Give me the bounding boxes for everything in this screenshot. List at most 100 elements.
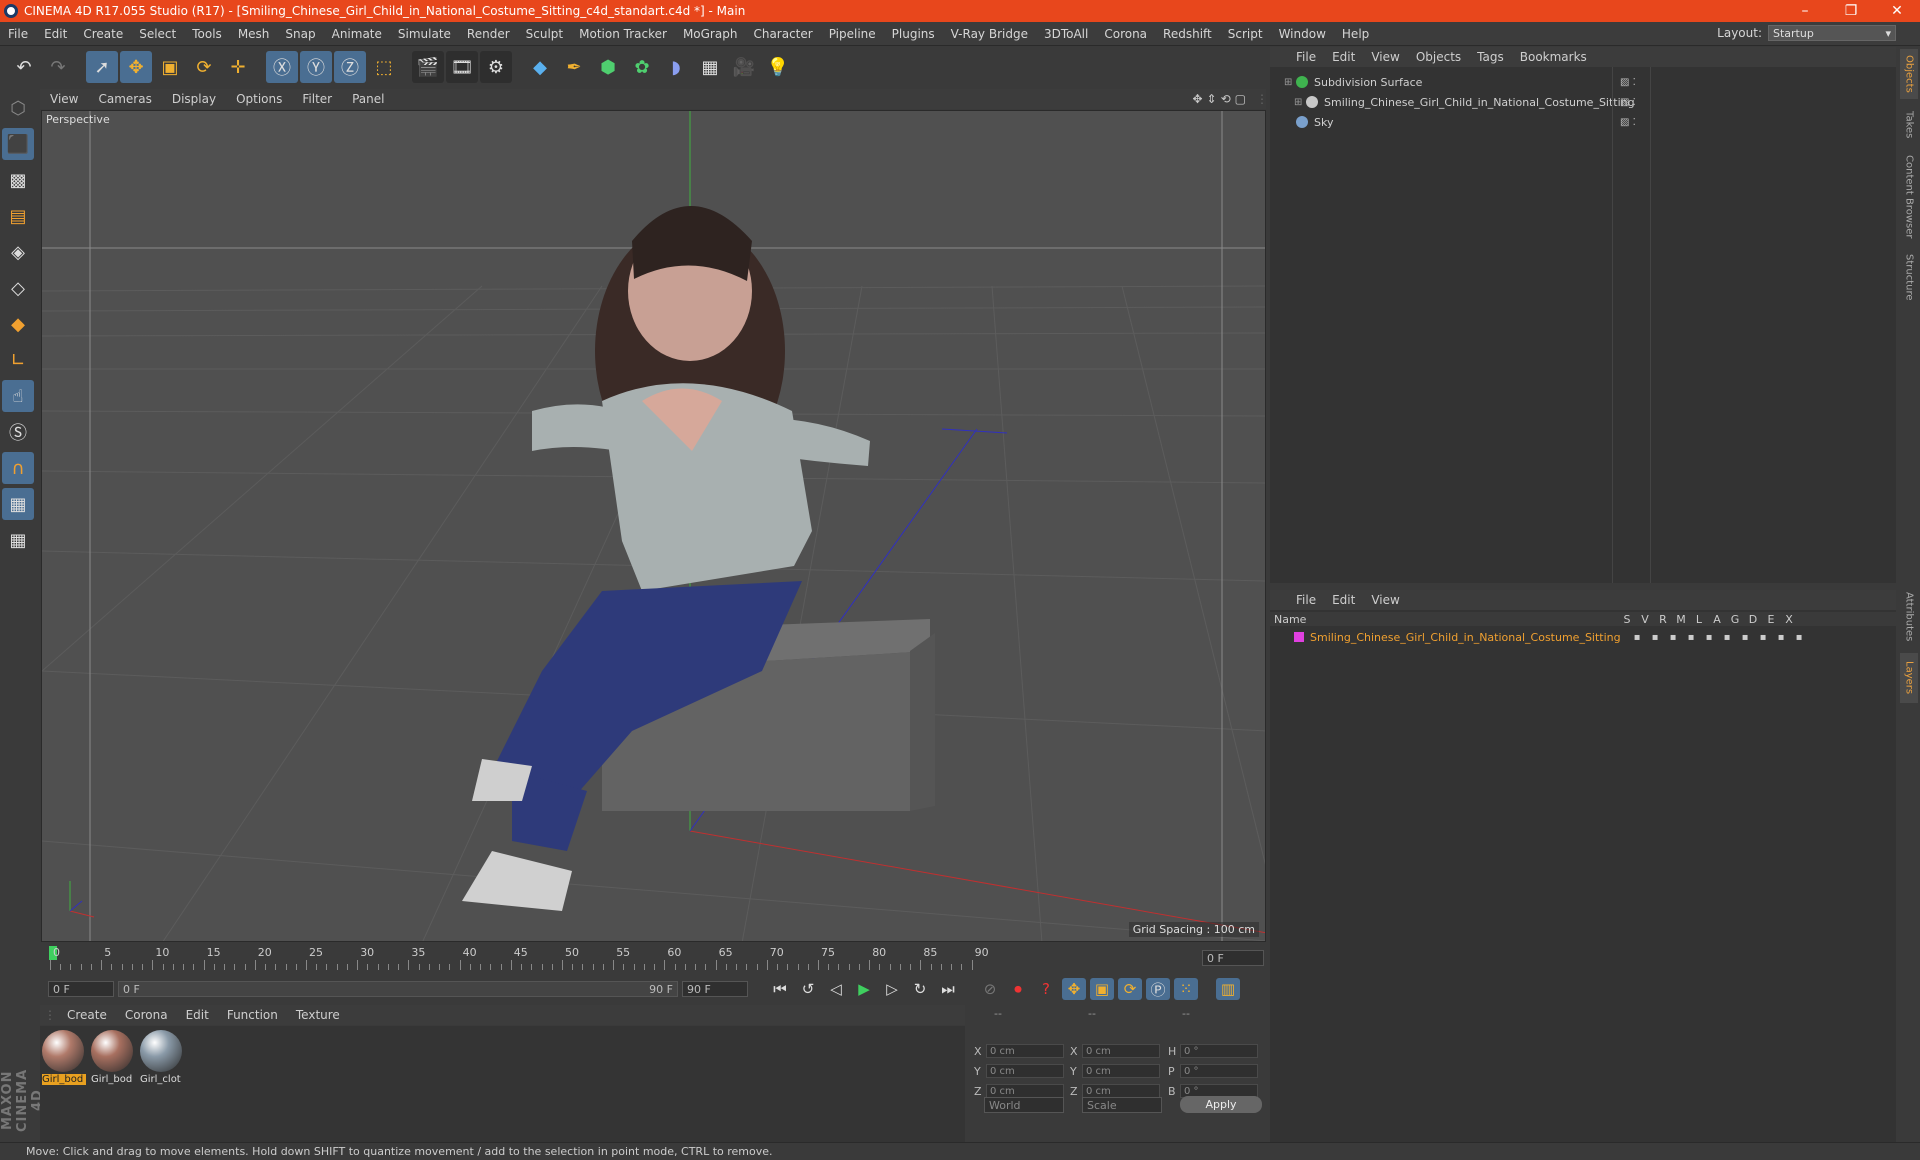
minimize-button[interactable]: – xyxy=(1782,3,1828,19)
layer-column-header[interactable]: S xyxy=(1618,613,1636,626)
redo-icon[interactable]: ↷ xyxy=(42,51,74,83)
pan-icon[interactable]: ✥ xyxy=(1192,92,1202,106)
undo-icon[interactable]: ↶ xyxy=(8,51,40,83)
viewport-menu-options[interactable]: Options xyxy=(226,92,292,106)
visibility-dots-icon[interactable]: ▨ ⁚ xyxy=(1620,97,1646,108)
menu-mesh[interactable]: Mesh xyxy=(230,27,278,41)
layer-toggle-icon[interactable]: ▪ xyxy=(1754,632,1772,643)
menu-plugins[interactable]: Plugins xyxy=(884,27,943,41)
layer-toggle-icon[interactable]: ▪ xyxy=(1646,632,1664,643)
previous-key-icon[interactable]: ↺ xyxy=(796,978,820,1000)
right-tab-content-browser[interactable]: Content Browser xyxy=(1900,151,1918,243)
viewport-menu-view[interactable]: View xyxy=(40,92,88,106)
go-to-end-icon[interactable]: ⏭ xyxy=(936,978,960,1000)
layer-column-header[interactable]: V xyxy=(1636,613,1654,626)
menu-render[interactable]: Render xyxy=(459,27,518,41)
object-row[interactable]: Sky ▨ ⁚ xyxy=(1270,113,1896,131)
layer-toggle-icon[interactable]: ▪ xyxy=(1736,632,1754,643)
menu-window[interactable]: Window xyxy=(1271,27,1334,41)
layout-dropdown[interactable]: Startup ▾ xyxy=(1768,25,1896,41)
key-pla-icon[interactable]: ⁙ xyxy=(1174,978,1198,1000)
coordinate-system-icon[interactable]: ⬚ xyxy=(368,51,400,83)
menu-edit[interactable]: Edit xyxy=(36,27,75,41)
viewport-menu-display[interactable]: Display xyxy=(162,92,226,106)
material-menu-create[interactable]: Create xyxy=(58,1008,116,1022)
x-axis-icon[interactable]: Ⓧ xyxy=(266,51,298,83)
restore-button[interactable]: ❐ xyxy=(1828,3,1874,19)
right-tab-objects[interactable]: Objects xyxy=(1900,49,1918,99)
layer-toggle-icon[interactable]: ▪ xyxy=(1664,632,1682,643)
go-to-start-icon[interactable]: ⏮ xyxy=(768,978,792,1000)
light-icon[interactable]: 💡 xyxy=(762,51,794,83)
material-menu-texture[interactable]: Texture xyxy=(287,1008,349,1022)
layer-toggle-icon[interactable]: ▪ xyxy=(1790,632,1808,643)
coord-value-field[interactable]: 0 cm xyxy=(1082,1064,1160,1078)
rotate-icon[interactable]: ⟳ xyxy=(188,51,220,83)
points-mode-icon[interactable]: ◈ xyxy=(2,236,34,268)
maximize-view-icon[interactable]: ▢ xyxy=(1235,92,1246,106)
transform-icon[interactable]: ✛ xyxy=(222,51,254,83)
right-tab-layers[interactable]: Layers xyxy=(1900,653,1918,703)
step-back-icon[interactable]: ◁ xyxy=(824,978,848,1000)
polygons-mode-icon[interactable]: ◆ xyxy=(2,308,34,340)
cube-icon[interactable]: ◆ xyxy=(524,51,556,83)
menu-pipeline[interactable]: Pipeline xyxy=(821,27,884,41)
select-cursor-icon[interactable]: ➚ xyxy=(86,51,118,83)
model-mode-icon[interactable]: ⬛ xyxy=(2,128,34,160)
magnet-icon[interactable]: ∩ xyxy=(2,452,34,484)
visibility-dots-icon[interactable]: ▨ ⁚ xyxy=(1620,77,1646,88)
layer-color-swatch[interactable] xyxy=(1294,632,1304,642)
make-editable-icon[interactable]: ⬡ xyxy=(2,92,34,124)
world-dropdown[interactable]: World xyxy=(984,1097,1064,1113)
material-swatch[interactable]: Girl_clot xyxy=(140,1030,184,1088)
layer-column-header[interactable]: E xyxy=(1762,613,1780,626)
layer-menu-file[interactable]: File xyxy=(1288,593,1324,607)
timeline-ruler[interactable]: 0 F 0 5 10 15 20 25 30 35 40 45 50 55 60 65 70 75 80 85 90 xyxy=(40,944,1266,976)
layer-menu-edit[interactable]: Edit xyxy=(1324,593,1363,607)
menu-animate[interactable]: Animate xyxy=(324,27,390,41)
z-axis-icon[interactable]: Ⓩ xyxy=(334,51,366,83)
material-swatch[interactable]: Girl_bod xyxy=(91,1030,135,1088)
menu-sculpt[interactable]: Sculpt xyxy=(518,27,571,41)
visibility-dots-icon[interactable]: ▨ ⁚ xyxy=(1620,117,1646,128)
dolly-icon[interactable]: ⇕ xyxy=(1207,92,1217,106)
step-forward-icon[interactable]: ▷ xyxy=(880,978,904,1000)
right-tab-structure[interactable]: Structure xyxy=(1900,247,1918,307)
workplane-icon[interactable]: ▤ xyxy=(2,200,34,232)
edges-mode-icon[interactable]: ◇ xyxy=(2,272,34,304)
material-menu-edit[interactable]: Edit xyxy=(177,1008,218,1022)
layer-row[interactable]: Smiling_Chinese_Girl_Child_in_National_C… xyxy=(1270,628,1896,646)
material-menu-corona[interactable]: Corona xyxy=(116,1008,177,1022)
orbit-icon[interactable]: ⟲ xyxy=(1221,92,1231,106)
tweak-mode-icon[interactable]: ☝ xyxy=(2,380,34,412)
coord-value-field[interactable]: 0 ° xyxy=(1180,1064,1258,1078)
scale-dropdown[interactable]: Scale xyxy=(1082,1097,1162,1113)
layer-toggle-icon[interactable]: ▪ xyxy=(1628,632,1646,643)
move-icon[interactable]: ✥ xyxy=(120,51,152,83)
subdivision-icon[interactable]: ⬢ xyxy=(592,51,624,83)
object-row[interactable]: ⊞ Smiling_Chinese_Girl_Child_in_National_… xyxy=(1270,93,1896,111)
pen-spline-icon[interactable]: ✒ xyxy=(558,51,590,83)
object-row[interactable]: ⊞ Subdivision Surface ▨ ⁚ xyxy=(1270,73,1896,91)
layer-column-header[interactable]: M xyxy=(1672,613,1690,626)
menu-character[interactable]: Character xyxy=(745,27,820,41)
menu-simulate[interactable]: Simulate xyxy=(390,27,459,41)
timeline-window-icon[interactable]: ▥ xyxy=(1216,978,1240,1000)
object-menu-bookmarks[interactable]: Bookmarks xyxy=(1512,50,1595,64)
camera-icon[interactable]: 🎥 xyxy=(728,51,760,83)
record-keys-icon[interactable]: ⊘ xyxy=(978,978,1002,1000)
layer-menu-view[interactable]: View xyxy=(1363,593,1407,607)
object-menu-view[interactable]: View xyxy=(1363,50,1407,64)
material-menu-function[interactable]: Function xyxy=(218,1008,287,1022)
menu-redshift[interactable]: Redshift xyxy=(1155,27,1220,41)
menu-script[interactable]: Script xyxy=(1220,27,1271,41)
menu-help[interactable]: Help xyxy=(1334,27,1377,41)
coord-value-field[interactable]: 0 cm xyxy=(1082,1044,1160,1058)
layer-column-header[interactable]: R xyxy=(1654,613,1672,626)
deformer-icon[interactable]: ◗ xyxy=(660,51,692,83)
layer-column-header[interactable]: L xyxy=(1690,613,1708,626)
right-tab-attributes[interactable]: Attributes xyxy=(1900,587,1918,647)
menu-3dtoall[interactable]: 3DToAll xyxy=(1036,27,1096,41)
menu-file[interactable]: File xyxy=(0,27,36,41)
viewport-menu-panel[interactable]: Panel xyxy=(342,92,394,106)
